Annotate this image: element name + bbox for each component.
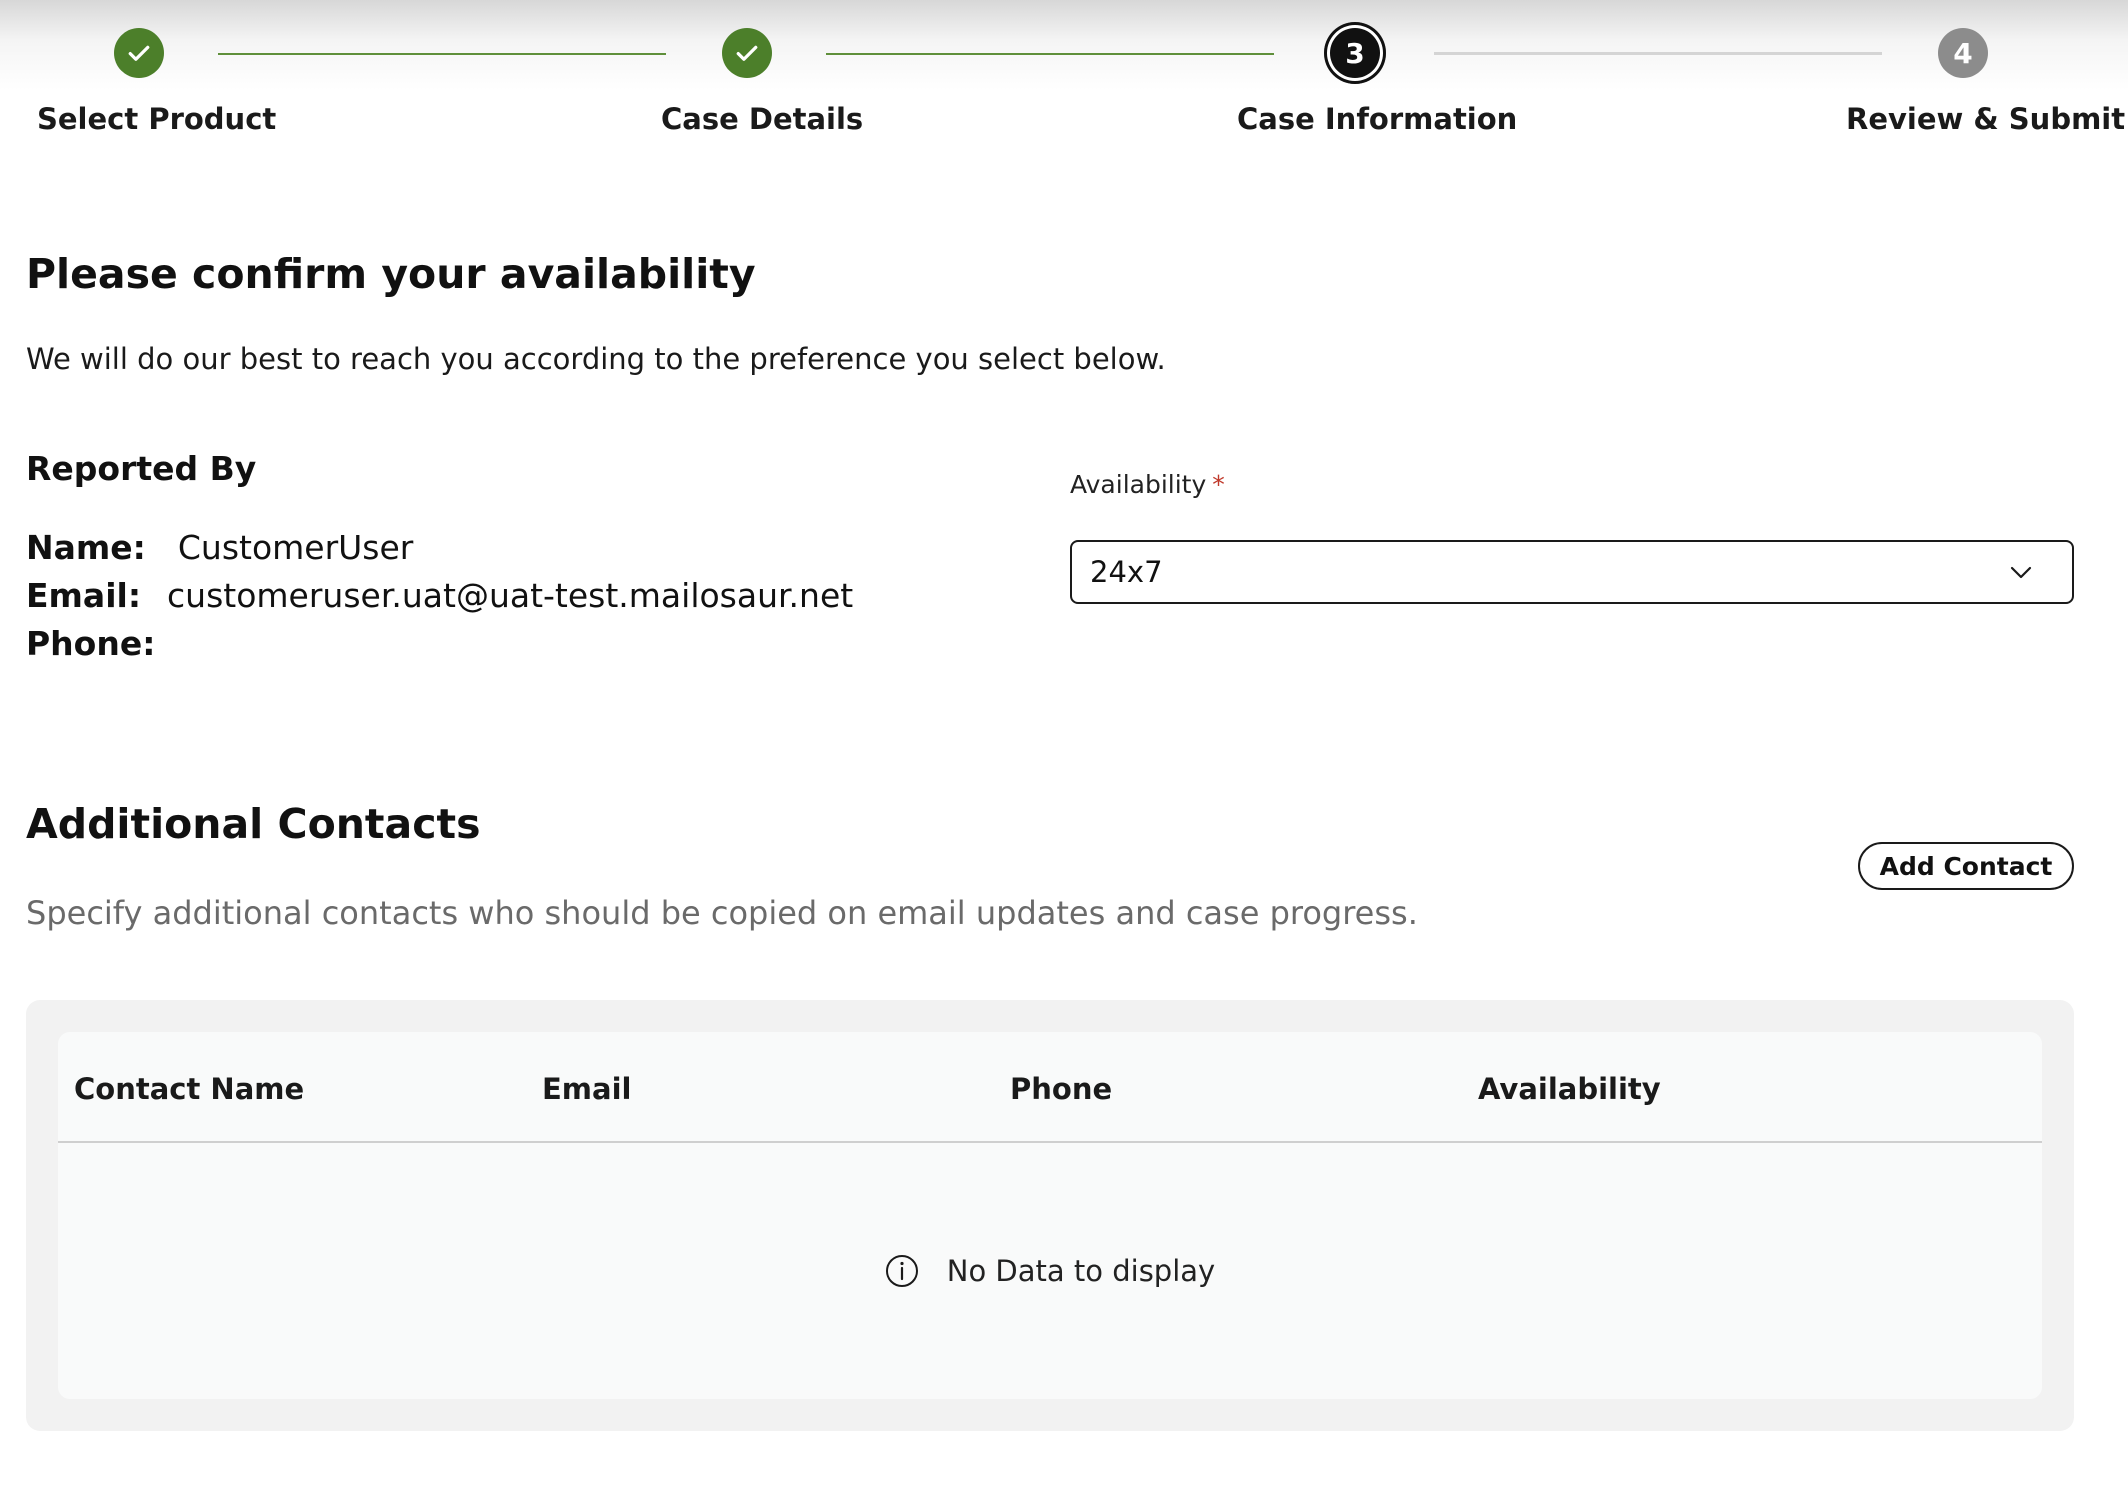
column-header-contact-name[interactable]: Contact Name: [74, 1072, 304, 1106]
email-value: customeruser.uat@uat-test.mailosaur.net: [167, 576, 854, 615]
table-header: Contact Name Email Phone Availability: [58, 1032, 2042, 1143]
step-3-label: Case Information: [1237, 102, 1518, 136]
progress-stepper: 3 4 Select Product Case Details Case Inf…: [0, 0, 2128, 175]
case-wizard-page: 3 4 Select Product Case Details Case Inf…: [0, 0, 2128, 1496]
step-1-check-icon[interactable]: [114, 28, 164, 78]
empty-state: No Data to display: [58, 1143, 2042, 1399]
chevron-down-icon: [2010, 566, 2032, 579]
availability-subtitle: We will do our best to reach you accordi…: [26, 342, 1166, 376]
reported-by-heading: Reported By: [26, 449, 257, 488]
empty-state-message: No Data to display: [946, 1254, 1216, 1288]
add-contact-button[interactable]: Add Contact: [1858, 842, 2074, 890]
step-1-label: Select Product: [37, 102, 277, 136]
column-header-availability[interactable]: Availability: [1478, 1072, 1661, 1106]
checkmark-icon: [736, 45, 758, 61]
step-4-label: Review & Submit: [1846, 102, 2126, 136]
step-connector-3: [1434, 52, 1882, 55]
reporter-name-row: Name: CustomerUser: [26, 528, 413, 567]
additional-contacts-description: Specify additional contacts who should b…: [26, 894, 1418, 932]
step-connector-2: [826, 53, 1274, 55]
step-4-indicator: 4: [1938, 28, 1988, 78]
availability-label-text: Availability: [1070, 470, 1207, 499]
required-marker: *: [1212, 470, 1225, 499]
name-label: Name:: [26, 528, 146, 567]
availability-heading: Please confirm your availability: [26, 250, 756, 298]
contacts-table-container: Contact Name Email Phone Availability No…: [26, 1000, 2074, 1431]
email-label: Email:: [26, 576, 142, 615]
reporter-phone-row: Phone:: [26, 624, 181, 663]
reporter-email-row: Email: customeruser.uat@uat-test.mailosau…: [26, 576, 853, 615]
step-connector-1: [218, 53, 666, 55]
step-2-label: Case Details: [661, 102, 864, 136]
contacts-table: Contact Name Email Phone Availability No…: [58, 1032, 2042, 1399]
additional-contacts-heading: Additional Contacts: [26, 800, 481, 848]
info-icon: [885, 1255, 918, 1287]
availability-field-label: Availability *: [1070, 470, 1225, 499]
step-2-check-icon[interactable]: [722, 28, 772, 78]
name-value: CustomerUser: [177, 528, 414, 567]
step-3-indicator: 3: [1324, 22, 1386, 84]
availability-select[interactable]: 24x7: [1070, 540, 2074, 604]
checkmark-icon: [128, 45, 150, 61]
phone-label: Phone:: [26, 624, 156, 663]
column-header-email[interactable]: Email: [542, 1072, 631, 1106]
column-header-phone[interactable]: Phone: [1010, 1072, 1112, 1106]
availability-selected-value: 24x7: [1090, 555, 1163, 589]
